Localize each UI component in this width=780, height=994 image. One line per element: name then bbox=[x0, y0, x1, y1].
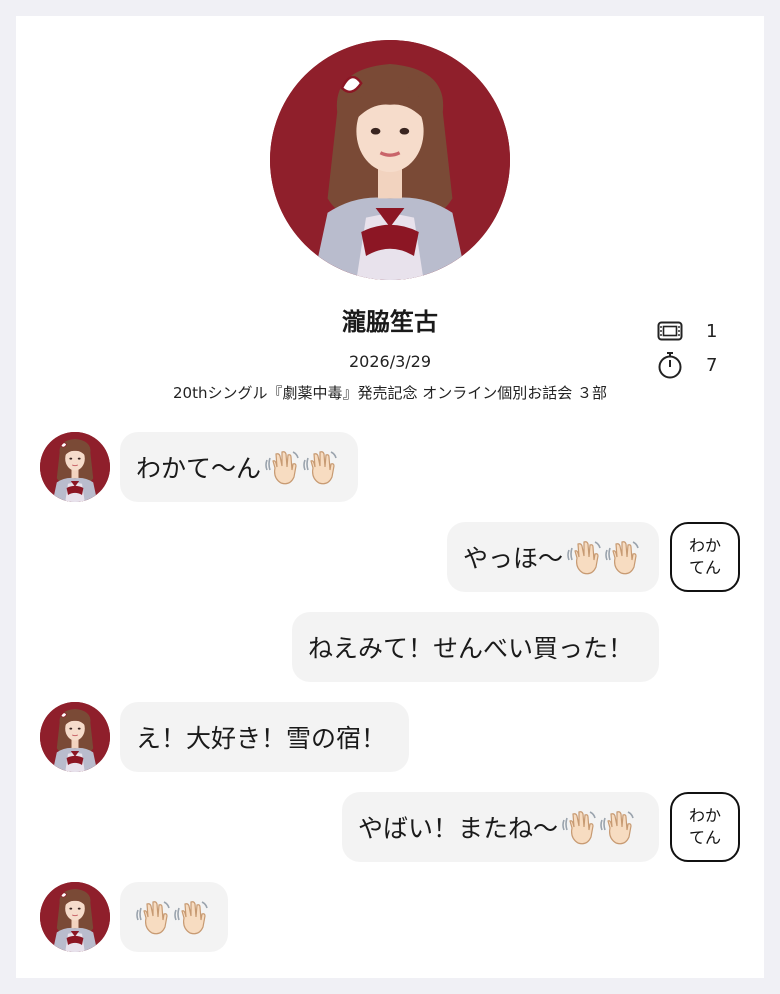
member-avatar bbox=[40, 882, 110, 952]
fan-message-bubble: やばい！またね〜 bbox=[342, 792, 659, 862]
time-count-row: 7 bbox=[656, 348, 746, 382]
waving-hand-icon bbox=[303, 450, 337, 485]
member-avatar bbox=[40, 702, 110, 772]
waving-hand-icon bbox=[605, 540, 639, 575]
waving-hands-emoji bbox=[565, 538, 641, 576]
nickname-line: わか bbox=[688, 536, 721, 555]
waving-hand-icon bbox=[567, 540, 601, 575]
fan-nickname-badge: わか てん bbox=[670, 522, 740, 592]
nickname-line: てん bbox=[688, 558, 721, 577]
waving-hand-icon bbox=[174, 900, 208, 935]
message-text: やばい！またね〜 bbox=[358, 814, 559, 843]
fan-nickname-badge: わか てん bbox=[670, 792, 740, 862]
waving-hand-icon bbox=[265, 450, 299, 485]
message-text: ねえみて！せんべい買った！ bbox=[308, 634, 634, 663]
ticket-stats: 1 7 bbox=[656, 314, 746, 382]
event-date: 2026/3/29 bbox=[348, 352, 432, 371]
nickname-line: てん bbox=[688, 828, 721, 847]
message-text: え！大好き！雪の宿！ bbox=[136, 724, 387, 753]
waving-hand-icon bbox=[600, 810, 634, 845]
message-text: やっほ〜 bbox=[463, 544, 564, 573]
waving-hand-icon bbox=[562, 810, 596, 845]
member-name: 瀧脇笙古 bbox=[342, 308, 438, 336]
waving-hands-emoji bbox=[134, 898, 210, 936]
time-count-value: 7 bbox=[706, 354, 718, 376]
message-text: わかて〜ん bbox=[136, 454, 262, 483]
waving-hand-icon bbox=[136, 900, 170, 935]
ticket-count-value: 1 bbox=[706, 320, 718, 342]
member-message-bubble bbox=[120, 882, 228, 952]
member-message-bubble: わかて〜ん bbox=[120, 432, 358, 502]
stopwatch-icon bbox=[656, 351, 684, 379]
event-title: 20thシングル『劇薬中毒』発売記念 オンライン個別お話会 ３部 bbox=[172, 384, 607, 402]
fan-message-bubble: ねえみて！せんべい買った！ bbox=[292, 612, 659, 682]
waving-hands-emoji bbox=[263, 448, 339, 486]
nickname-line: わか bbox=[688, 806, 721, 825]
waving-hands-emoji bbox=[560, 808, 636, 846]
ticket-count-row: 1 bbox=[656, 314, 746, 348]
fan-message-bubble: やっほ〜 bbox=[447, 522, 659, 592]
member-message-bubble: え！大好き！雪の宿！ bbox=[120, 702, 409, 772]
member-avatar bbox=[40, 432, 110, 502]
ticket-icon bbox=[656, 317, 684, 345]
talk-report-card: 瀧脇笙古 2026/3/29 20thシングル『劇薬中毒』発売記念 オンライン個… bbox=[16, 16, 764, 978]
member-profile-photo bbox=[270, 40, 510, 280]
